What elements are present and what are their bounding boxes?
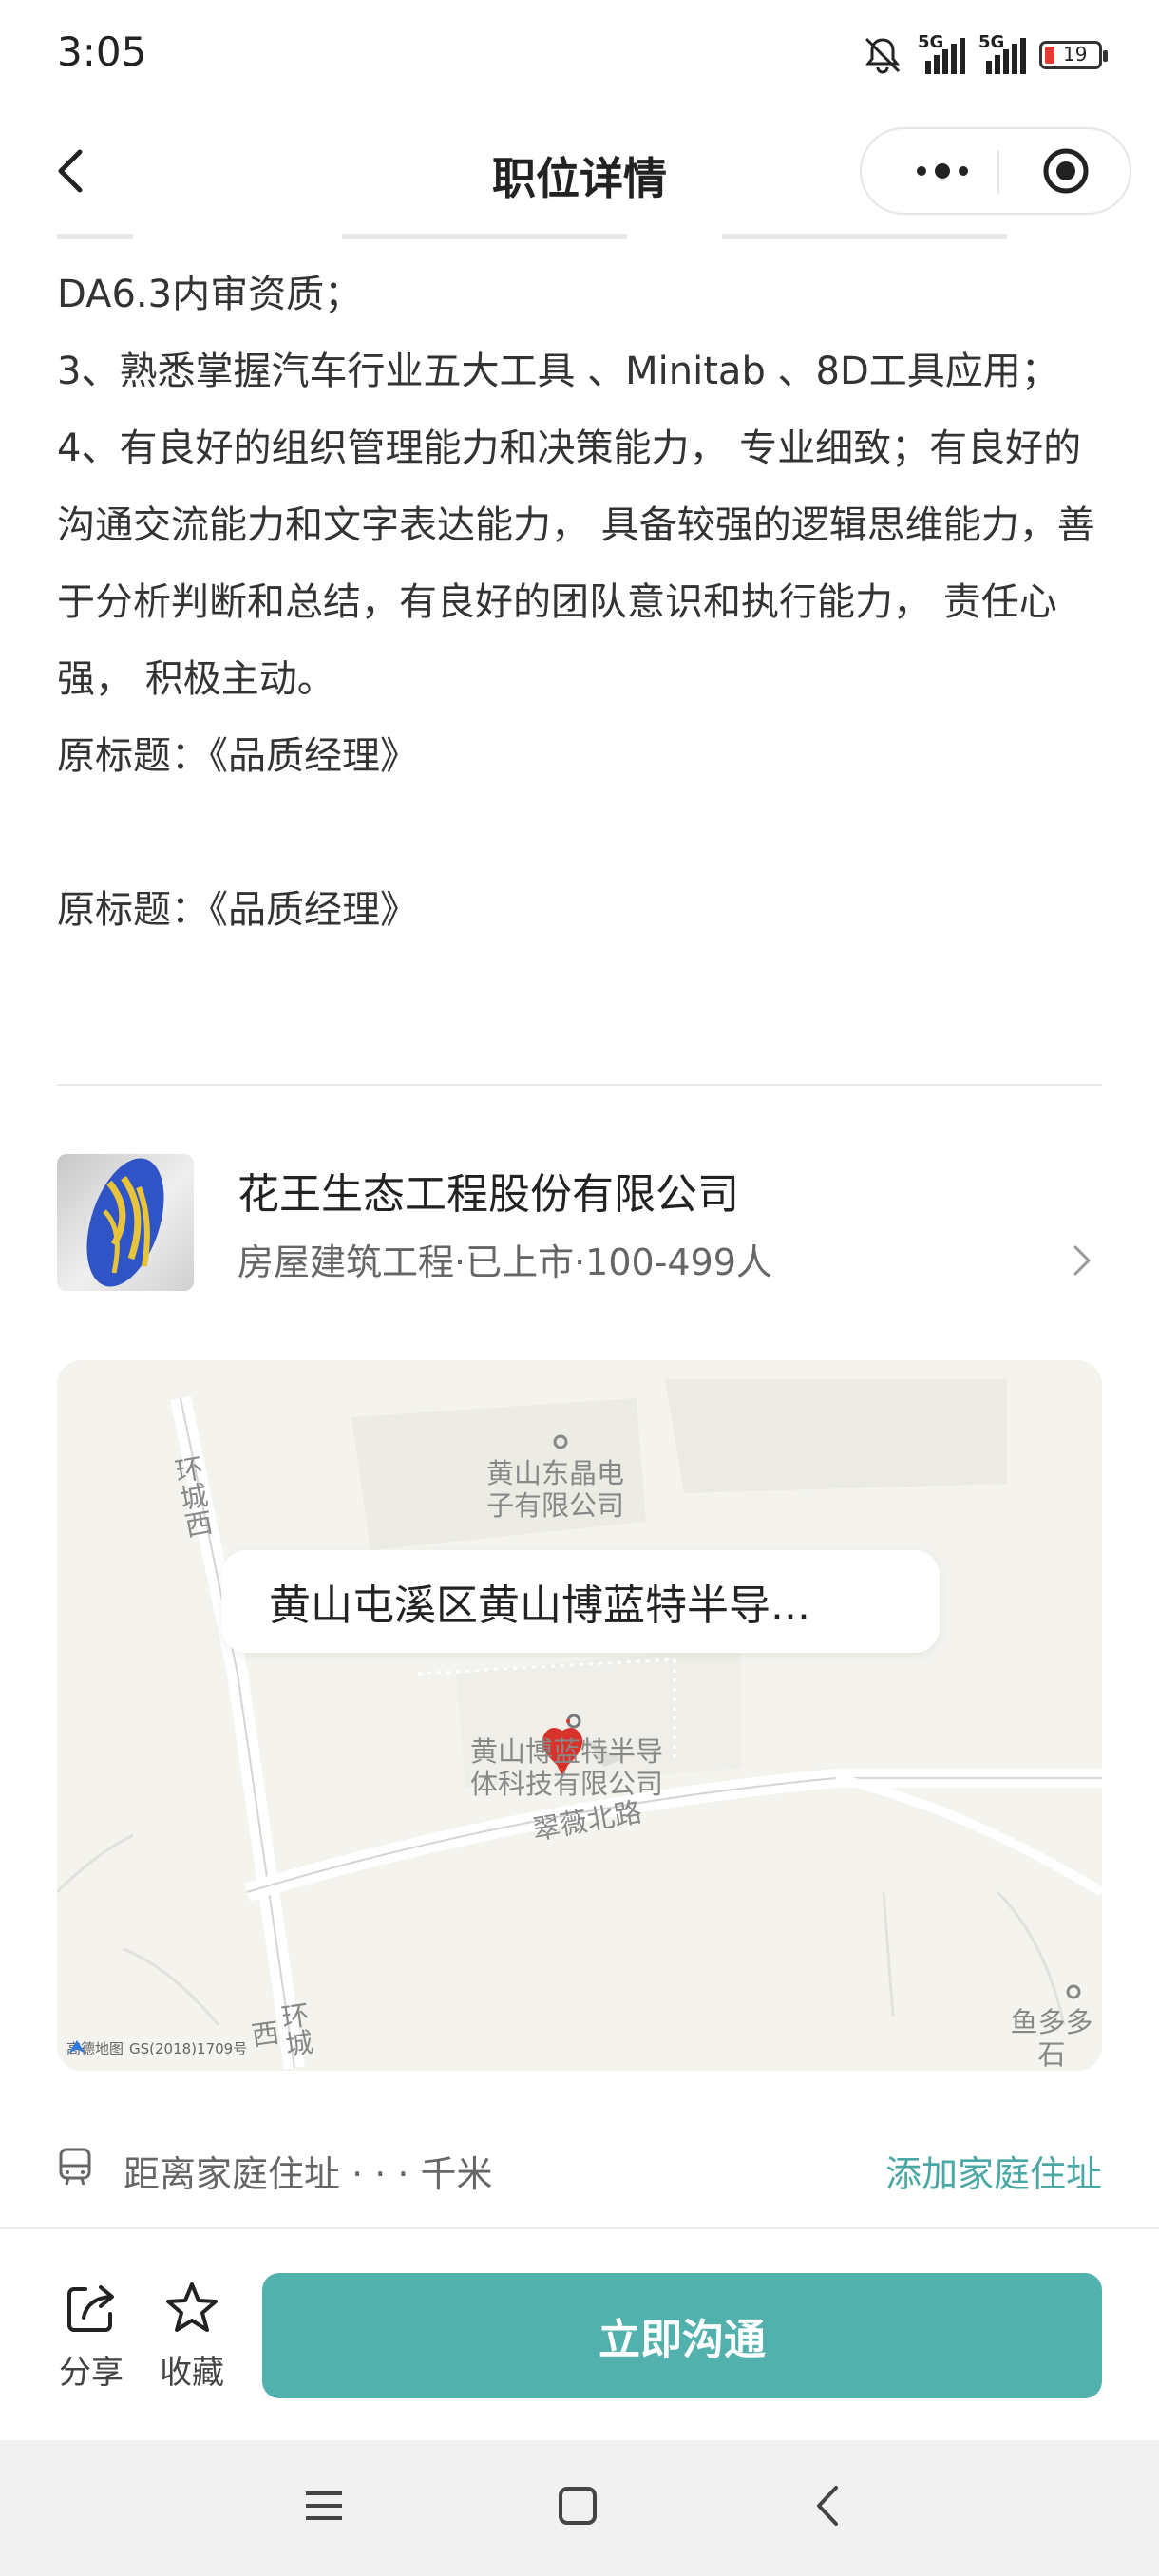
battery-icon: 19	[1039, 41, 1108, 69]
company-card[interactable]: 花王生态工程股份有限公司 房屋建筑工程·已上市·100-499人	[57, 1154, 1102, 1293]
menu-icon[interactable]	[300, 2482, 348, 2529]
description-line: DA6.3内审资质；	[57, 273, 363, 316]
more-dots-icon	[917, 163, 968, 179]
description-line: 3、熟悉掌握汽车行业五大工具 、Minitab 、8D工具应用；	[57, 350, 1059, 393]
status-time: 3:05	[57, 28, 147, 75]
address-bubble[interactable]: 黄山屯溪区黄山博蓝特半导...	[221, 1550, 940, 1653]
signal-icon: 5G	[978, 32, 1026, 74]
status-bar: 3:05 5G 5G 19	[0, 0, 1159, 109]
mute-icon	[864, 37, 901, 74]
distance-label: 距离家庭住址 · · · 千米	[124, 2153, 493, 2195]
chat-now-button[interactable]: 立即沟通	[262, 2273, 1102, 2398]
home-icon[interactable]	[554, 2482, 601, 2529]
amap-logo-icon	[68, 2040, 86, 2054]
job-description: DA6.3内审资质； 3、熟悉掌握汽车行业五大工具 、Minitab 、8D工具…	[57, 256, 1102, 949]
star-icon	[166, 2282, 218, 2332]
add-home-address-link[interactable]: 添加家庭住址	[885, 2145, 1102, 2197]
target-icon	[1043, 148, 1089, 194]
company-logo	[57, 1154, 194, 1291]
map-credit: 高德地图 GS(2018)1709号	[66, 2040, 248, 2057]
nav-bar: 职位详情	[0, 114, 1159, 228]
description-line	[57, 795, 1102, 872]
section-divider	[57, 1084, 1102, 1086]
bottom-divider	[0, 2227, 1159, 2229]
description-line: 原标题：《品质经理》	[57, 734, 418, 778]
description-line: 4、有良好的组织管理能力和决策能力， 专业细致；有良好的沟通交流能力和文字表达能…	[57, 426, 1095, 701]
map-poi-label: 黄山博蓝特半导 体科技有限公司	[470, 1735, 664, 1800]
description-line: 原标题：《品质经理》	[57, 888, 418, 932]
favorite-button[interactable]: 收藏	[156, 2280, 228, 2393]
share-button[interactable]: 分享	[55, 2280, 127, 2393]
company-name: 花王生态工程股份有限公司	[238, 1170, 739, 1219]
map-poi-label: 鱼多多石	[1010, 2006, 1093, 2071]
map-road-label: 环城西	[245, 1999, 315, 2059]
signal-icon: 5G	[918, 32, 965, 74]
clipped-text-line	[57, 220, 1102, 245]
share-icon	[67, 2285, 114, 2332]
status-icons: 5G 5G 19	[861, 28, 1108, 82]
back-nav-icon[interactable]	[806, 2482, 853, 2529]
bus-icon	[59, 2148, 91, 2186]
distance-row: 距离家庭住址 · · · 千米 添加家庭住址	[57, 2139, 1102, 2196]
favorite-label: 收藏	[160, 2354, 224, 2392]
company-meta: 房屋建筑工程·已上市·100-499人	[238, 1241, 772, 1283]
map-poi-label: 黄山东晶电 子有限公司	[486, 1457, 625, 1522]
chevron-right-icon	[1074, 1245, 1091, 1276]
more-button[interactable]	[890, 129, 995, 213]
system-nav-bar	[0, 2440, 1159, 2576]
close-miniprogram-button[interactable]	[1042, 147, 1090, 195]
location-map[interactable]: 黄山东晶电 子有限公司 黄山博蓝特半导 体科技有限公司 翠薇北路 环城西 环城西 鱼…	[57, 1360, 1102, 2071]
share-label: 分享	[59, 2354, 124, 2392]
miniprogram-capsule	[860, 127, 1131, 215]
